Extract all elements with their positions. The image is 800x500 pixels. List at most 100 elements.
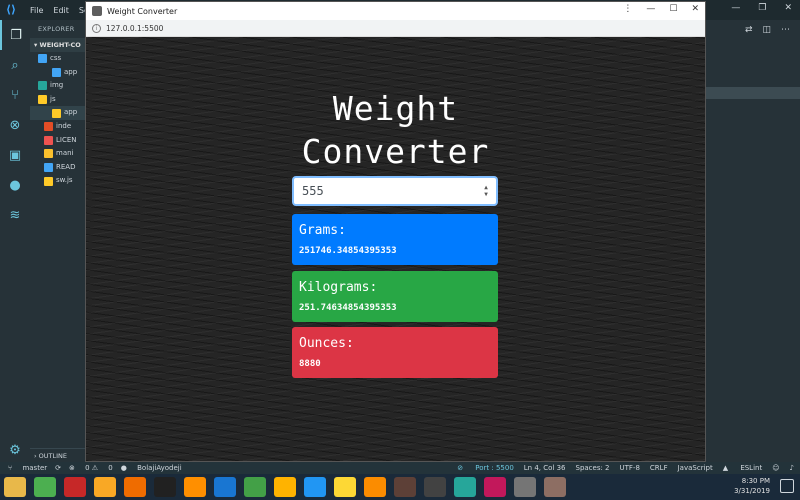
app-icon[interactable] bbox=[514, 477, 536, 497]
activity-bar: ❐ ⌕ ⑂ ⊗ ▣ ● ≋ ⚙ bbox=[0, 20, 30, 462]
language-mode[interactable]: JavaScript bbox=[678, 464, 713, 472]
tree-item-label: sw.js bbox=[56, 176, 73, 185]
app-icon[interactable] bbox=[544, 477, 566, 497]
live-server-port[interactable]: ⊘ Port : 5500 bbox=[457, 464, 514, 472]
cursor-position[interactable]: Ln 4, Col 36 bbox=[524, 464, 566, 472]
person-icon[interactable] bbox=[394, 477, 416, 497]
compare-icon[interactable]: ⇄ bbox=[745, 25, 753, 35]
markdown-file-icon bbox=[44, 163, 53, 173]
filezilla-icon[interactable] bbox=[64, 477, 86, 497]
menu-dots-icon[interactable]: ⋮ bbox=[623, 4, 632, 14]
folder-icon bbox=[38, 95, 47, 105]
app-icon[interactable] bbox=[424, 477, 446, 497]
outline-section[interactable]: › OUTLINE bbox=[30, 448, 85, 462]
problems-status[interactable]: ⊗ 0 ⚠ 0 bbox=[69, 464, 113, 472]
project-folder[interactable]: ▾ WEIGHT-CO bbox=[30, 38, 85, 52]
taskbar-apps bbox=[0, 477, 570, 497]
smiley-icon[interactable]: ☺ bbox=[772, 464, 779, 472]
github-user-status[interactable]: ● BolajiAyodeji bbox=[121, 464, 182, 472]
tree-item-label: js bbox=[50, 94, 56, 103]
tree-item[interactable]: js bbox=[30, 93, 85, 107]
js-file-icon bbox=[44, 176, 53, 186]
app-icon[interactable] bbox=[274, 477, 296, 497]
project-folder-label: WEIGHT-CO bbox=[39, 41, 81, 49]
page-title-line1: Weight bbox=[332, 89, 459, 128]
terminal-icon[interactable] bbox=[154, 477, 176, 497]
app-icon[interactable] bbox=[454, 477, 476, 497]
xampp-icon[interactable] bbox=[124, 477, 146, 497]
grams-value: 251746.34854395353 bbox=[299, 246, 397, 256]
tree-item[interactable]: inde bbox=[30, 120, 85, 134]
github-icon[interactable]: ● bbox=[0, 170, 30, 200]
app-icon[interactable] bbox=[94, 477, 116, 497]
vscode-window-controls: — ❐ ✕ bbox=[731, 3, 792, 13]
menu-file[interactable]: File bbox=[30, 6, 43, 15]
home-icon[interactable] bbox=[34, 477, 56, 497]
zoom-icon[interactable] bbox=[304, 477, 326, 497]
number-spinner[interactable]: ▲ ▼ bbox=[482, 183, 490, 199]
browser-window-title: Weight Converter bbox=[107, 6, 178, 16]
line-endings[interactable]: CRLF bbox=[650, 464, 668, 472]
weight-input[interactable]: 555 ▲ ▼ bbox=[292, 176, 498, 206]
tree-item-label: img bbox=[50, 81, 64, 90]
file-tree: css app img js app inde LICEN mani READ sw.js bbox=[30, 52, 85, 188]
notifications-icon[interactable] bbox=[780, 479, 794, 493]
system-clock[interactable]: 8:30 PM 3/31/2019 bbox=[710, 476, 770, 496]
source-control-icon[interactable]: ⑂ bbox=[0, 80, 30, 110]
ounces-value: 8880 bbox=[299, 359, 321, 369]
bell-icon[interactable]: ♪ bbox=[790, 464, 794, 472]
menu-edit[interactable]: Edit bbox=[53, 6, 69, 15]
port-text: Port : 5500 bbox=[475, 464, 514, 472]
chrome-icon[interactable] bbox=[244, 477, 266, 497]
minimize-icon[interactable]: — bbox=[646, 4, 655, 14]
eslint-status[interactable]: ▲ ESLint bbox=[723, 464, 763, 472]
tree-item-label: READ bbox=[56, 162, 76, 171]
tree-item[interactable]: mani bbox=[30, 147, 85, 161]
extensions-icon[interactable]: ▣ bbox=[0, 140, 30, 170]
kilograms-card: Kilograms: 251.74634854395353 bbox=[292, 271, 498, 322]
maximize-icon[interactable]: ☐ bbox=[669, 4, 677, 14]
close-icon[interactable]: ✕ bbox=[691, 4, 699, 14]
encoding[interactable]: UTF-8 bbox=[620, 464, 640, 472]
instagram-icon[interactable] bbox=[484, 477, 506, 497]
file-explorer-icon[interactable] bbox=[4, 477, 26, 497]
ounces-label: Ounces: bbox=[299, 336, 354, 351]
windows-taskbar: 8:30 PM 3/31/2019 bbox=[0, 474, 800, 500]
grams-label: Grams: bbox=[299, 223, 346, 238]
tree-item[interactable]: READ bbox=[30, 161, 85, 175]
app-icon[interactable] bbox=[334, 477, 356, 497]
branch-status[interactable]: ⑂ master bbox=[8, 464, 47, 472]
split-editor-icon[interactable]: ◫ bbox=[762, 25, 771, 35]
debug-icon[interactable]: ⊗ bbox=[0, 110, 30, 140]
gear-icon[interactable]: ⚙ bbox=[0, 443, 30, 458]
search-icon[interactable]: ⌕ bbox=[0, 50, 30, 80]
explorer-files-icon[interactable]: ❐ bbox=[0, 20, 30, 50]
sync-icon[interactable]: ⟳ bbox=[55, 464, 61, 472]
tree-item[interactable]: img bbox=[30, 79, 85, 93]
github-user: BolajiAyodeji bbox=[137, 464, 182, 472]
vscode-icon[interactable] bbox=[214, 477, 236, 497]
chevron-down-icon[interactable]: ▼ bbox=[484, 191, 488, 198]
url-text: 127.0.0.1:5500 bbox=[106, 23, 164, 33]
browser-titlebar: Weight Converter ⋮ — ☐ ✕ bbox=[86, 2, 705, 20]
favicon-icon bbox=[92, 6, 102, 16]
minimize-icon[interactable]: — bbox=[731, 3, 740, 13]
info-icon[interactable]: i bbox=[92, 23, 101, 33]
tree-item[interactable]: css bbox=[30, 52, 85, 66]
close-icon[interactable]: ✕ bbox=[784, 3, 792, 13]
indentation[interactable]: Spaces: 2 bbox=[576, 464, 610, 472]
app-icon[interactable] bbox=[364, 477, 386, 497]
tree-item[interactable]: sw.js bbox=[30, 174, 85, 188]
chevron-up-icon[interactable]: ▲ bbox=[484, 184, 488, 191]
more-actions-icon[interactable]: ⋯ bbox=[781, 25, 790, 35]
address-bar[interactable]: i 127.0.0.1:5500 bbox=[86, 20, 705, 37]
restore-icon[interactable]: ❐ bbox=[758, 3, 766, 13]
tree-item[interactable]: app bbox=[30, 106, 85, 120]
vlc-icon[interactable] bbox=[184, 477, 206, 497]
error-count: 0 bbox=[85, 464, 90, 472]
tree-item[interactable]: app bbox=[30, 66, 85, 80]
status-bar-right: ⊘ Port : 5500 Ln 4, Col 36 Spaces: 2 UTF… bbox=[447, 462, 794, 474]
docker-icon[interactable]: ≋ bbox=[0, 200, 30, 230]
tree-item[interactable]: LICEN bbox=[30, 134, 85, 148]
browser-window: Weight Converter ⋮ — ☐ ✕ i 127.0.0.1:550… bbox=[85, 1, 706, 462]
